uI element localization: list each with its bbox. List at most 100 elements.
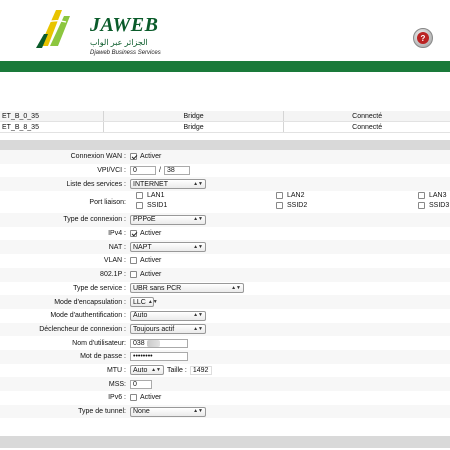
port-name: SSID3 <box>429 202 450 210</box>
mtu-size-label: Taille : <box>167 366 187 374</box>
row-8021p: 802.1P : Activer <box>0 267 450 282</box>
chevron-down-icon: ▲▼ <box>193 312 203 319</box>
chevron-down-icon: ▲▼ <box>193 325 203 332</box>
service-type-label: Type de service : <box>73 284 126 292</box>
mss-input[interactable]: 0 <box>130 379 152 389</box>
connection-type-value: PPPoE <box>133 216 156 224</box>
8021p-enable-checkbox[interactable] <box>130 271 137 279</box>
port-name: SSID1 <box>147 202 168 210</box>
row-mtu: MTU : Auto ▲▼ Taille : 1492 <box>0 364 450 378</box>
ipv4-enable-label: Activer <box>140 230 162 238</box>
section-divider <box>0 140 450 150</box>
service-type-value: UBR sans PCR <box>133 284 182 292</box>
vlan-enable-label: Activer <box>140 257 162 265</box>
services-value: INTERNET <box>133 180 168 188</box>
vlan-enable-checkbox[interactable] <box>130 257 137 265</box>
tunnel-type-select[interactable]: None ▲▼ <box>130 406 206 417</box>
row-connection-type: Type de connexion : PPPoE ▲▼ <box>0 213 450 227</box>
help-button[interactable]: ? <box>413 28 433 48</box>
8021p-label: 802.1P : <box>100 271 126 279</box>
wan-enable-label: Activer <box>140 153 162 161</box>
chevron-down-icon: ▲▼ <box>193 408 203 415</box>
table-row[interactable]: ET_B_8_35 Bridge Connecté <box>0 121 450 133</box>
header: JAWEB الجزائر عبر الواب Djaweb Business … <box>0 0 450 60</box>
mss-label: MSS: <box>108 380 126 388</box>
connection-table: ET_B_0_35 Bridge Connecté ET_B_8_35 Brid… <box>0 111 450 133</box>
redacted-text <box>146 339 161 347</box>
connection-type-label: Type de connexion : <box>63 216 126 224</box>
vlan-label: VLAN : <box>103 257 126 265</box>
mtu-select[interactable]: Auto ▲▼ <box>130 365 164 376</box>
checkbox[interactable] <box>418 202 425 210</box>
footer-band <box>0 436 450 448</box>
services-select[interactable]: INTERNET ▲▼ <box>130 179 206 190</box>
wan-config-form: Connexion WAN : Activer VPI/VCI : 0 / 38… <box>0 150 450 419</box>
chevron-down-icon: ▲▼ <box>151 366 161 373</box>
password-input[interactable]: •••••••• <box>130 352 188 362</box>
row-wan-connection: Connexion WAN : Activer <box>0 150 450 164</box>
service-type-select[interactable]: UBR sans PCR ▲▼ <box>130 283 244 294</box>
password-label: Mot de passe : <box>80 353 126 361</box>
wan-enable-checkbox[interactable] <box>130 153 137 161</box>
connection-status: Connecté <box>283 121 450 133</box>
authentication-value: Auto <box>133 312 148 320</box>
tunnel-type-value: None <box>133 408 150 416</box>
chevron-down-icon: ▲▼ <box>147 298 158 305</box>
vci-input[interactable]: 38 <box>163 166 190 176</box>
brand-tagline: Djaweb Business Services <box>90 50 161 56</box>
checkbox[interactable] <box>136 202 143 210</box>
table-row[interactable]: ET_B_0_35 Bridge Connecté <box>0 111 450 122</box>
ipv6-enable-checkbox[interactable] <box>130 394 137 402</box>
row-tunnel-type: Type de tunnel: None ▲▼ <box>0 404 450 419</box>
ipv6-label: IPv6 : <box>108 394 126 402</box>
connection-type-select[interactable]: PPPoE ▲▼ <box>130 214 206 225</box>
vpi-vci-separator: / <box>159 167 161 175</box>
row-trigger: Déclencheur de connexion : Toujours acti… <box>0 322 450 337</box>
port-item-ssid3[interactable]: SSID3 <box>418 202 450 210</box>
authentication-label: Mode d'authentification : <box>50 312 126 320</box>
row-mss: MSS: 0 <box>0 377 450 391</box>
ipv4-label: IPv4 : <box>108 230 126 238</box>
checkbox[interactable] <box>418 192 425 200</box>
services-label: Liste des services : <box>66 180 126 188</box>
authentication-select[interactable]: Auto ▲▼ <box>130 310 206 321</box>
brand-arabic: الجزائر عبر الواب <box>90 38 148 47</box>
port-item-lan2[interactable]: LAN2 <box>276 192 305 200</box>
checkbox[interactable] <box>276 202 283 210</box>
checkbox[interactable] <box>276 192 283 200</box>
port-item-ssid1[interactable]: SSID1 <box>136 202 168 210</box>
port-item-ssid2[interactable]: SSID2 <box>276 202 307 210</box>
vpi-input[interactable]: 0 <box>130 166 156 176</box>
row-ipv6: IPv6 : Activer <box>0 391 450 405</box>
help-icon: ? <box>417 32 429 44</box>
connection-status: Connecté <box>283 111 450 122</box>
nat-label: NAT : <box>108 243 126 251</box>
row-vpi-vci: VPI/VCI : 0 / 38 <box>0 164 450 178</box>
checkbox[interactable] <box>136 192 143 200</box>
connection-name: ET_B_0_35 <box>0 111 104 122</box>
mtu-value: Auto <box>133 366 148 374</box>
row-vlan: VLAN : Activer <box>0 254 450 268</box>
ipv4-enable-checkbox[interactable] <box>130 230 137 238</box>
brand-name: JAWEB <box>90 14 159 36</box>
chevron-down-icon: ▲▼ <box>193 243 203 250</box>
nat-value: NAPT <box>133 243 152 251</box>
mtu-size-input[interactable]: 1492 <box>189 365 212 375</box>
port-grid: LAN1 LAN2 LAN3 SSID1 SSID2 SSID3 <box>136 192 450 212</box>
port-item-lan1[interactable]: LAN1 <box>136 192 165 200</box>
port-name: LAN2 <box>287 192 305 200</box>
chevron-down-icon: ▲▼ <box>193 216 203 223</box>
row-encapsulation: Mode d'encapsulation : LLC ▲▼ <box>0 295 450 309</box>
row-username: Nom d'utilisateur: 038 <box>0 336 450 350</box>
port-label: Port liaison: <box>89 198 126 206</box>
row-services: Liste des services : INTERNET ▲▼ <box>0 177 450 192</box>
encapsulation-select[interactable]: LLC ▲▼ <box>130 297 158 308</box>
username-label: Nom d'utilisateur: <box>72 339 126 347</box>
username-input[interactable]: 038 <box>130 338 188 348</box>
jaweb-logo-icon <box>36 10 70 48</box>
port-item-lan3[interactable]: LAN3 <box>418 192 447 200</box>
trigger-select[interactable]: Toujours actif ▲▼ <box>130 324 206 335</box>
nat-select[interactable]: NAPT ▲▼ <box>130 242 206 253</box>
tunnel-type-label: Type de tunnel: <box>78 408 126 416</box>
row-authentication: Mode d'authentification : Auto ▲▼ <box>0 309 450 323</box>
